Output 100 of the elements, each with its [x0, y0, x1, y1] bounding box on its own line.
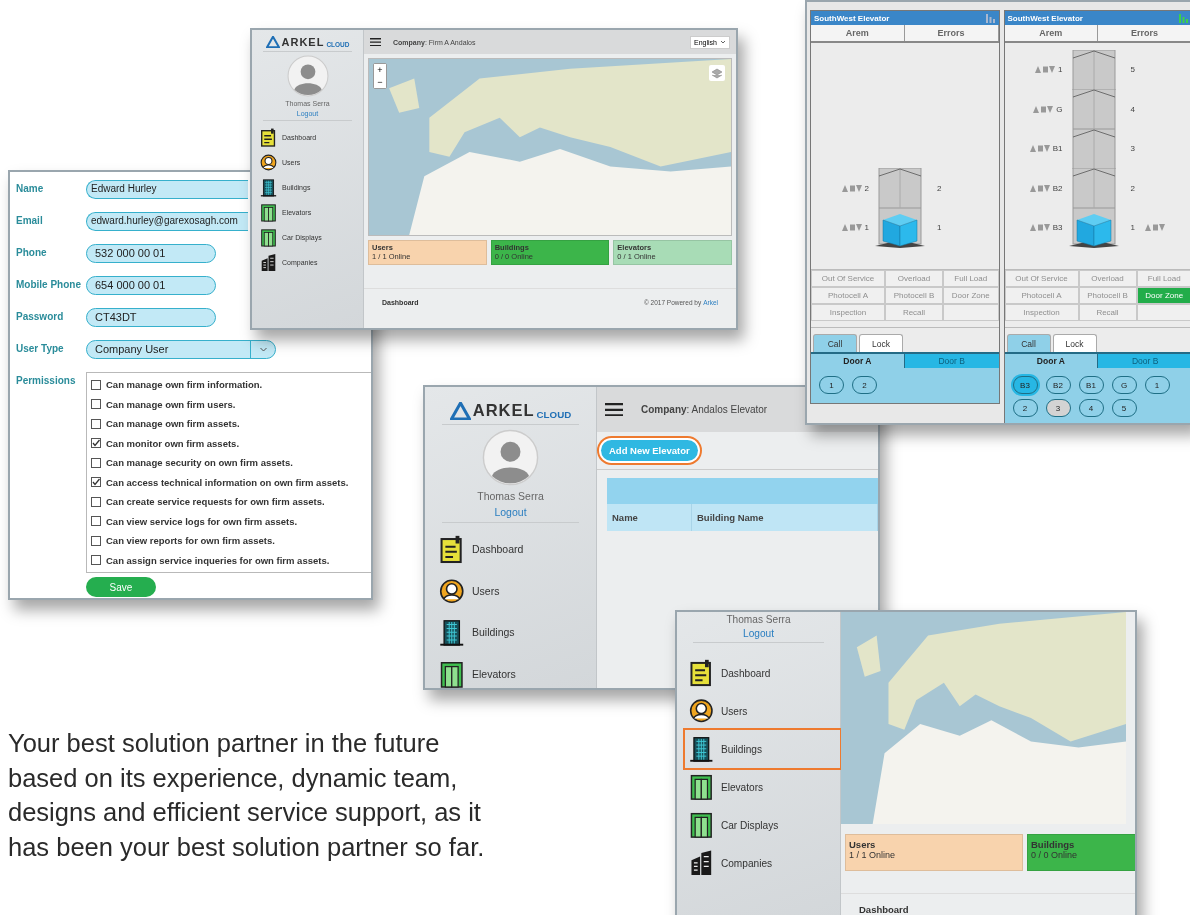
- door-tab[interactable]: Door A: [1004, 354, 1099, 368]
- column-header[interactable]: Name: [607, 504, 692, 531]
- floor-button[interactable]: B3: [1012, 376, 1038, 394]
- nav-item[interactable]: Elevators: [439, 659, 596, 688]
- field-label: Name: [16, 182, 45, 194]
- permission-label: Can access technical information on own firm assets.: [106, 476, 349, 488]
- logo-mark-icon: [449, 402, 471, 420]
- checkbox[interactable]: [91, 399, 101, 410]
- avatar-icon: [286, 55, 329, 97]
- menu-icon[interactable]: [605, 402, 623, 417]
- status-indicator: Out Of Service: [1004, 270, 1079, 287]
- floor-label: 1: [1058, 65, 1063, 74]
- mode-tab[interactable]: Lock: [1052, 334, 1097, 352]
- floor-button[interactable]: 2: [1012, 399, 1038, 417]
- user-type-select[interactable]: Company User: [86, 340, 276, 359]
- status-indicator: Out Of Service: [811, 270, 885, 287]
- input-field[interactable]: edward.hurley@garexosagh.com: [86, 212, 248, 231]
- floor-button[interactable]: 2: [852, 376, 877, 394]
- mode-tab[interactable]: Lock: [859, 334, 903, 352]
- field-label: Password: [16, 310, 65, 322]
- user-icon: [689, 697, 714, 725]
- permission-label: Can assign service inqueries for own firm assets.: [106, 554, 330, 566]
- checkbox[interactable]: [91, 477, 101, 488]
- field-label: Phone: [16, 246, 48, 258]
- status-indicator: Full Load: [943, 270, 999, 287]
- panel-tab[interactable]: Arem: [1004, 25, 1099, 41]
- checkbox[interactable]: [91, 457, 101, 468]
- mode-tab[interactable]: Call: [813, 334, 857, 352]
- status-indicator: Recall: [1078, 304, 1137, 321]
- card-title: Buildings: [1031, 839, 1076, 850]
- field-label: Mobile Phone: [16, 278, 82, 290]
- input-field[interactable]: Edward Hurley: [86, 180, 248, 199]
- card-title: Users: [849, 839, 877, 850]
- floor-number: 3: [1129, 144, 1136, 153]
- door-icon: [439, 659, 465, 688]
- nav-item[interactable]: Companies: [685, 844, 840, 882]
- floor-button[interactable]: 1: [1144, 376, 1170, 394]
- panel-tab[interactable]: Errors: [904, 25, 999, 41]
- checkbox[interactable]: [91, 438, 101, 449]
- input-field[interactable]: 532 000 00 01: [86, 244, 216, 263]
- clipboard-icon: [439, 535, 465, 564]
- checkbox[interactable]: [91, 418, 101, 429]
- clipboard-icon: [689, 659, 714, 687]
- nav-item[interactable]: Dashboard: [685, 654, 840, 692]
- checkbox[interactable]: [91, 516, 101, 527]
- door-icon: [260, 203, 277, 222]
- column-header[interactable]: Building Name: [692, 504, 878, 531]
- status-indicator: Recall: [885, 304, 943, 321]
- caret-icon: [720, 38, 726, 45]
- direction-indicator-icon: [1029, 224, 1050, 231]
- floor-number: 4: [1129, 104, 1136, 114]
- checkbox[interactable]: [91, 379, 101, 390]
- permission-label: Can manage own firm assets.: [106, 418, 240, 430]
- user-icon: [439, 576, 465, 605]
- direction-indicator-icon: [841, 184, 862, 192]
- floor-button[interactable]: B2: [1045, 376, 1071, 394]
- floor-button[interactable]: 5: [1111, 399, 1137, 417]
- checkbox[interactable]: [91, 496, 101, 507]
- menu-icon[interactable]: [370, 37, 381, 47]
- floor-label: G: [1056, 104, 1063, 114]
- status-indicator: Door Zone: [1136, 287, 1190, 304]
- panel-tab[interactable]: Arem: [811, 25, 905, 41]
- logout-link[interactable]: Logout: [743, 628, 774, 639]
- checkbox[interactable]: [91, 555, 101, 566]
- status-indicator: Photocell A: [811, 287, 885, 304]
- mode-tab[interactable]: Call: [1006, 334, 1051, 352]
- permission-label: Can monitor own firm assets.: [106, 437, 240, 449]
- floor-button[interactable]: 1: [819, 376, 844, 394]
- input-field[interactable]: CT43DT: [86, 308, 216, 327]
- footer-title: Dashboard: [859, 904, 909, 915]
- panel-tab[interactable]: Errors: [1098, 25, 1190, 41]
- checkbox[interactable]: [91, 535, 101, 546]
- status-indicator: Photocell A: [1004, 287, 1079, 304]
- tagline: Your best solution partner in the future based on its experience, dynamic team, designs and efficient service support, as it has been your best solution partner so far.: [8, 728, 486, 863]
- floor-button[interactable]: G: [1111, 376, 1137, 394]
- floor-button[interactable]: 4: [1078, 399, 1104, 417]
- nav-item[interactable]: Elevators: [685, 768, 840, 806]
- logo-mark-icon: [265, 36, 280, 48]
- permission-label: Can view reports for own firm assets.: [106, 535, 275, 547]
- direction-indicator-icon: [1029, 184, 1050, 192]
- door-tab[interactable]: Door A: [811, 354, 905, 368]
- clipboard-icon: [260, 128, 277, 147]
- field-label: Permissions: [16, 374, 77, 386]
- caret-icon: [259, 347, 267, 352]
- nav-item[interactable]: Users: [685, 692, 840, 730]
- building-icon: [260, 178, 277, 197]
- permission-label: Can view service logs for own firm assets.: [106, 515, 298, 527]
- panel-title: SouthWest Elevator: [814, 13, 890, 23]
- nav-item[interactable]: Dashboard: [439, 535, 596, 564]
- status-indicator: Photocell B: [885, 287, 943, 304]
- direction-indicator-icon: [1029, 145, 1050, 152]
- floor-number: 2: [936, 183, 943, 193]
- nav-item[interactable]: Car Displays: [685, 806, 840, 844]
- nav-item[interactable]: Buildings: [439, 618, 596, 647]
- floor-button[interactable]: B1: [1078, 376, 1104, 394]
- nav-item[interactable]: Users: [439, 576, 596, 605]
- card-status: 1 / 1 Online: [849, 850, 897, 860]
- permission-label: Can manage own firm users.: [106, 398, 236, 410]
- input-field[interactable]: 654 000 00 01: [86, 276, 216, 295]
- nav-item[interactable]: Buildings: [685, 730, 840, 768]
